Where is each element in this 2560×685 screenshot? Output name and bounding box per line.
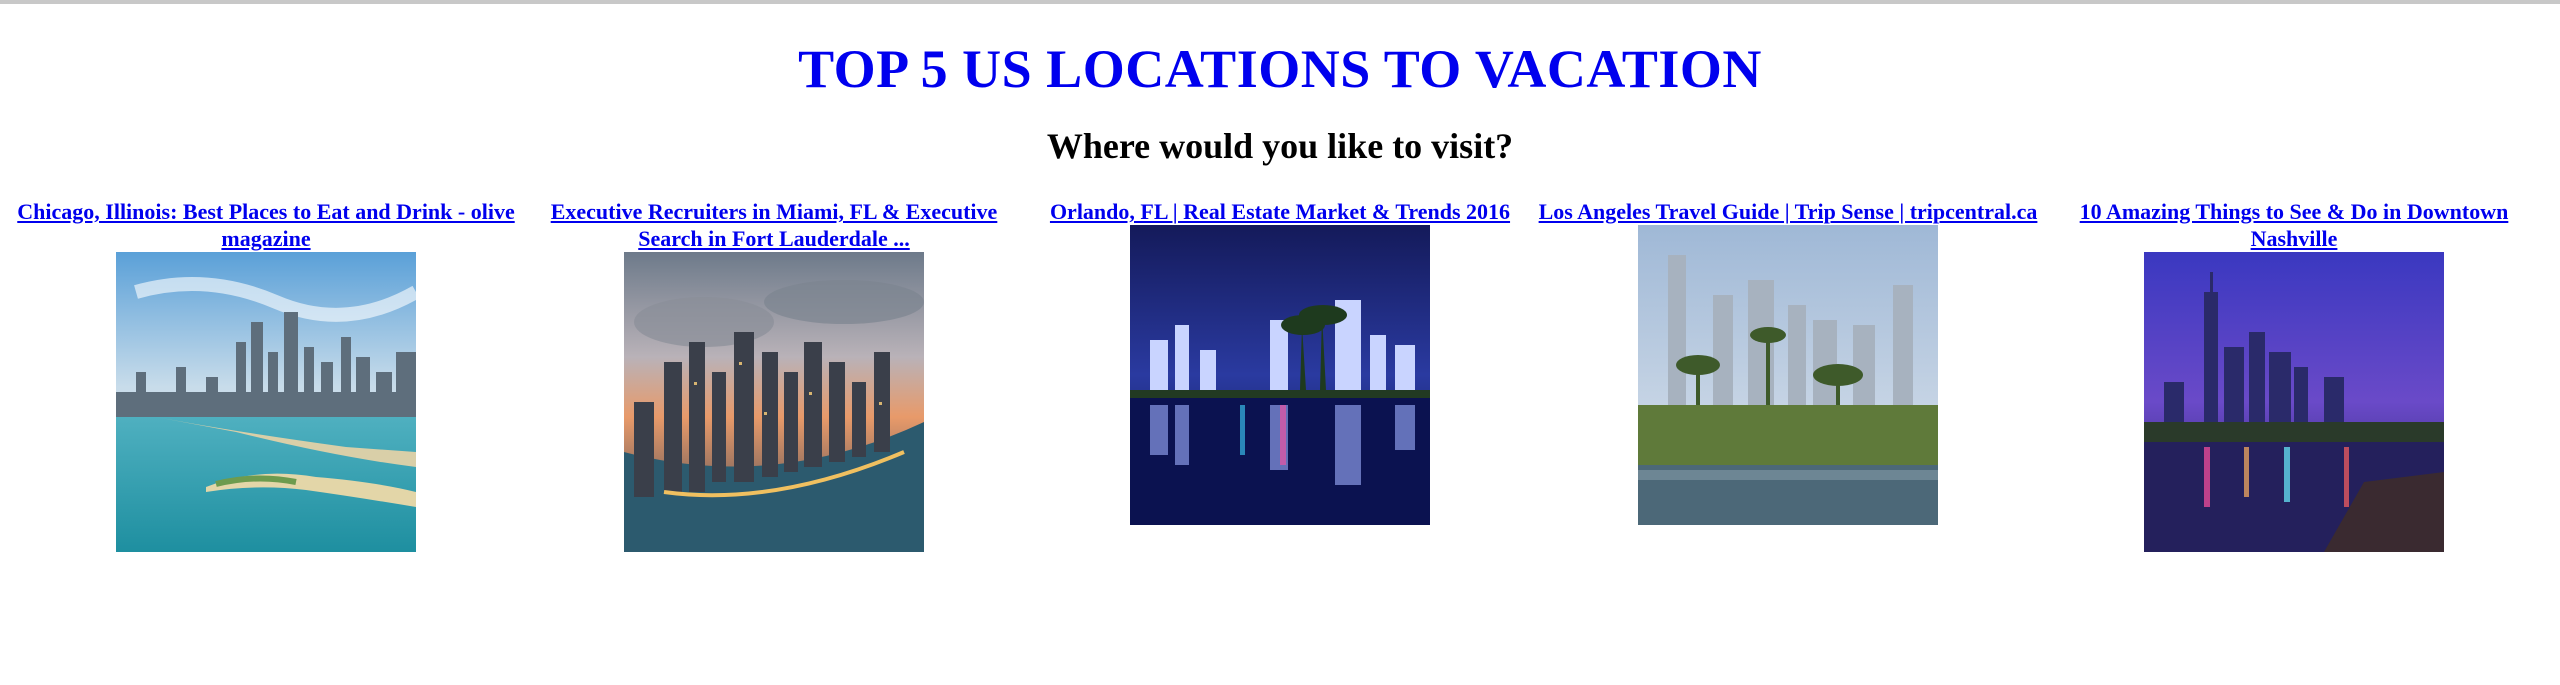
miami-image[interactable]: [624, 252, 924, 552]
chicago-image[interactable]: [116, 252, 416, 552]
destination-card-los-angeles: Los Angeles Travel Guide | Trip Sense | …: [1534, 198, 2042, 525]
nashville-image[interactable]: [2144, 252, 2444, 552]
orlando-image[interactable]: [1130, 225, 1430, 525]
los-angeles-image[interactable]: [1638, 225, 1938, 525]
chicago-link[interactable]: Chicago, Illinois: Best Places to Eat an…: [12, 198, 520, 252]
destination-card-nashville: 10 Amazing Things to See & Do in Downtow…: [2040, 198, 2548, 552]
destination-card-chicago: Chicago, Illinois: Best Places to Eat an…: [12, 198, 520, 552]
orlando-link[interactable]: Orlando, FL | Real Estate Market & Trend…: [1026, 198, 1534, 225]
destination-list: Chicago, Illinois: Best Places to Eat an…: [0, 198, 2560, 578]
page-subtitle: Where would you like to visit?: [1046, 126, 1514, 166]
page-title: TOP 5 US LOCATIONS TO VACATION: [798, 39, 1762, 99]
los-angeles-link[interactable]: Los Angeles Travel Guide | Trip Sense | …: [1534, 198, 2042, 225]
miami-link[interactable]: Executive Recruiters in Miami, FL & Exec…: [520, 198, 1028, 252]
destination-card-orlando: Orlando, FL | Real Estate Market & Trend…: [1026, 198, 1534, 525]
nashville-link[interactable]: 10 Amazing Things to See & Do in Downtow…: [2040, 198, 2548, 252]
destination-card-miami: Executive Recruiters in Miami, FL & Exec…: [520, 198, 1028, 552]
